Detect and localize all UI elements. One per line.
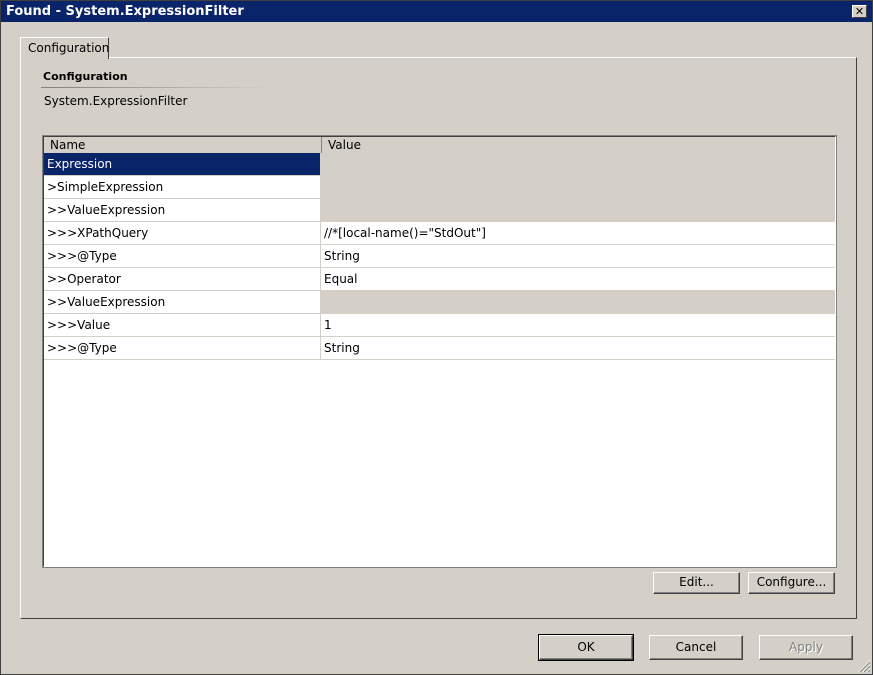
grid-header: Name Value (44, 137, 835, 154)
row-value-cell[interactable]: String (321, 337, 835, 360)
grid-row[interactable]: >SimpleExpression (44, 176, 835, 199)
row-value-cell[interactable]: Equal (321, 268, 835, 291)
section-subtitle: System.ExpressionFilter (44, 94, 188, 108)
row-name-cell[interactable]: Expression (44, 153, 321, 176)
close-icon: ✕ (854, 5, 865, 18)
row-value-cell[interactable]: String (321, 245, 835, 268)
close-button[interactable]: ✕ (852, 5, 867, 18)
grid-row[interactable]: >>>Value 1 (44, 314, 835, 337)
row-name-cell[interactable]: >>>Value (44, 314, 321, 337)
grid-row[interactable]: >>ValueExpression (44, 291, 835, 314)
property-grid[interactable]: Name Value Expression >SimpleExpression … (42, 135, 837, 568)
cancel-button[interactable]: Cancel (649, 635, 743, 660)
resize-grip-icon[interactable] (858, 660, 871, 673)
row-value-cell[interactable]: //*[local-name()="StdOut"] (321, 222, 835, 245)
row-value-cell (321, 199, 835, 222)
window-title: Found - System.ExpressionFilter (6, 4, 244, 19)
configure-button[interactable]: Configure... (748, 572, 835, 594)
grid-row[interactable]: >>ValueExpression (44, 199, 835, 222)
section-divider (41, 87, 271, 88)
apply-button[interactable]: Apply (759, 635, 853, 660)
row-value-cell (321, 291, 835, 314)
grid-row[interactable]: >>>XPathQuery //*[local-name()="StdOut"] (44, 222, 835, 245)
edit-button[interactable]: Edit... (653, 572, 740, 594)
row-name-cell[interactable]: >>>@Type (44, 245, 321, 268)
dialog-window: Found - System.ExpressionFilter ✕ Config… (0, 0, 873, 675)
section-title: Configuration (43, 70, 128, 83)
grid-row[interactable]: >>>@Type String (44, 245, 835, 268)
row-name-cell[interactable]: >>ValueExpression (44, 291, 321, 314)
grid-row[interactable]: Expression (44, 153, 835, 176)
ok-button[interactable]: OK (538, 634, 634, 661)
row-name-cell[interactable]: >SimpleExpression (44, 176, 321, 199)
column-header-name[interactable]: Name (44, 137, 322, 153)
title-bar[interactable]: Found - System.ExpressionFilter ✕ (1, 1, 872, 22)
row-value-cell (321, 176, 835, 199)
row-value-cell (321, 153, 835, 176)
row-value-cell[interactable]: 1 (321, 314, 835, 337)
grid-row[interactable]: >>Operator Equal (44, 268, 835, 291)
grid-row[interactable]: >>>@Type String (44, 337, 835, 360)
row-name-cell[interactable]: >>>XPathQuery (44, 222, 321, 245)
tab-configuration-label: Configuration (28, 41, 110, 55)
row-name-cell[interactable]: >>ValueExpression (44, 199, 321, 222)
tab-configuration[interactable]: Configuration (20, 37, 109, 59)
column-header-value[interactable]: Value (322, 137, 835, 153)
row-name-cell[interactable]: >>Operator (44, 268, 321, 291)
row-name-cell[interactable]: >>>@Type (44, 337, 321, 360)
